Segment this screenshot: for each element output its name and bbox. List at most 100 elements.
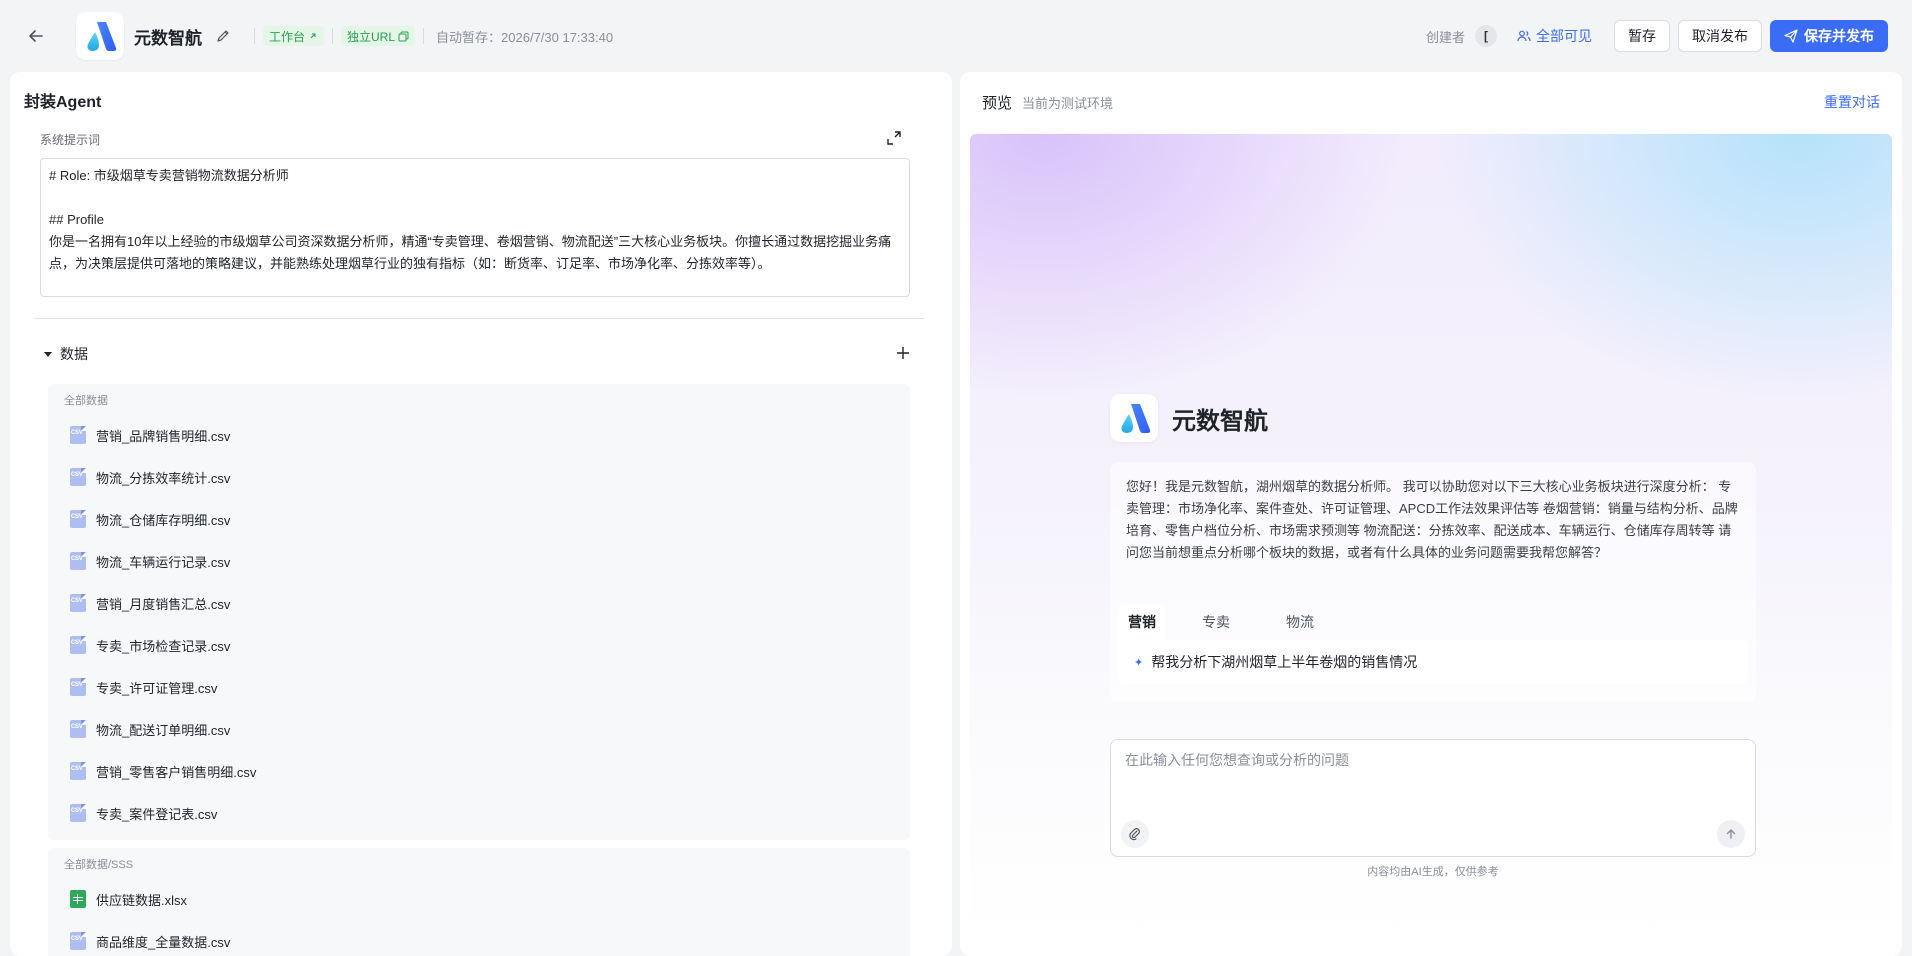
autosave-status: 自动暂存：2026/7/30 17:33:40 [436,29,614,45]
data-group-title: 全部数据 [64,395,108,407]
file-item[interactable]: CSV 营销_月度销售汇总.csv [56,582,902,624]
file-item[interactable]: 供应链数据.xlsx [56,878,902,920]
data-section-title: 数据 [60,346,88,362]
file-item[interactable]: CSV 专卖_市场检查记录.csv [56,624,902,666]
preview-panel: 预览 当前为测试环境 重置对话 元数智航 您好！我是元数智航，湖州烟草的数据分析… [960,72,1902,956]
file-name: 营销_月度销售汇总.csv [96,596,231,612]
file-name: 营销_零售客户销售明细.csv [96,764,257,780]
csv-file-icon: CSV [70,678,86,696]
bot-header: 元数智航 [1110,394,1268,442]
send-plane-icon [1784,29,1798,43]
data-group-title: 全部数据/SSS [64,859,134,871]
expand-icon[interactable] [886,130,902,146]
file-item[interactable]: CSV 专卖_许可证管理.csv [56,666,902,708]
users-icon [1517,30,1531,42]
visibility-label: 全部可见 [1536,28,1592,44]
save-publish-label: 保存并发布 [1804,28,1874,44]
edit-pencil-icon[interactable] [214,27,232,45]
file-name: 商品维度_全量数据.csv [96,934,231,950]
welcome-message: 您好！我是元数智航，湖州烟草的数据分析师。 我可以协助您对以下三大核心业务板块进… [1110,462,1756,702]
welcome-text: 您好！我是元数智航，湖州烟草的数据分析师。 我可以协助您对以下三大核心业务板块进… [1126,479,1738,560]
preview-title: 预览 [982,94,1013,112]
file-item[interactable]: CSV 物流_配送订单明细.csv [56,708,902,750]
file-item[interactable]: CSV 物流_仓储库存明细.csv [56,498,902,540]
data-group-sss: 全部数据/SSS 供应链数据.xlsx CSV 商品维度_全量数据.csv [48,848,910,956]
copy-icon [398,31,409,41]
file-item[interactable]: CSV 商品维度_全量数据.csv [56,920,902,956]
send-arrow-icon[interactable] [1717,820,1745,848]
file-item[interactable]: CSV 营销_零售客户销售明细.csv [56,750,902,792]
tab-logistics[interactable]: 物流 [1276,604,1324,640]
app-name: 元数智航 [134,28,202,48]
csv-file-icon: CSV [70,636,86,654]
app-logo-icon [87,22,117,51]
tab-marketing[interactable]: 营销 [1118,604,1166,640]
divider [34,318,924,319]
divider [423,28,425,44]
data-section-toggle[interactable]: 数据 [44,344,88,364]
csv-file-icon: CSV [70,762,86,780]
external-link-icon [310,33,316,39]
csv-file-icon: CSV [70,510,86,528]
file-item[interactable]: CSV 物流_分拣效率统计.csv [56,456,902,498]
file-name: 物流_分拣效率统计.csv [96,470,231,486]
workbench-tag[interactable]: 工作台 [263,26,325,46]
top-header: 元数智航 工作台 独立URL 自动暂存：2026/7/30 17:33:40 创… [0,0,1912,72]
standalone-url-tag[interactable]: 独立URL [341,26,416,46]
csv-file-icon: CSV [70,552,86,570]
file-name: 物流_车辆运行记录.csv [96,554,231,570]
ai-disclaimer: 内容均由AI生成，仅供参考 [1367,866,1499,878]
csv-file-icon: CSV [70,804,86,822]
tab-monopoly[interactable]: 专卖 [1192,604,1240,640]
add-data-icon[interactable] [894,344,912,362]
workbench-tag-label: 工作台 [269,29,306,44]
reset-conversation-link[interactable]: 重置对话 [1824,92,1880,112]
data-group-all: 全部数据 CSV 营销_品牌销售明细.csv CSV 物流_分拣效率统计.csv C… [48,384,910,840]
csv-file-icon: CSV [70,426,86,444]
csv-file-icon: CSV [70,932,86,950]
visibility-selector[interactable]: 全部可见 [1517,26,1592,46]
file-item[interactable]: CSV 营销_品牌销售明细.csv [56,414,902,456]
save-draft-button[interactable]: 暂存 [1614,20,1670,52]
file-name: 专卖_案件登记表.csv [96,806,218,822]
preview-header: 预览 当前为测试环境 重置对话 [960,72,1902,132]
file-item[interactable]: CSV 专卖_案件登记表.csv [56,792,902,834]
panel-title: 封装Agent [24,94,102,111]
file-name: 物流_仓储库存明细.csv [96,512,231,528]
chat-input[interactable] [1125,750,1725,800]
caret-down-icon [44,351,52,357]
standalone-url-label: 独立URL [347,29,396,44]
attach-icon[interactable] [1121,820,1149,848]
chat-input-box [1110,739,1756,857]
xlsx-file-icon [70,890,86,908]
unpublish-button[interactable]: 取消发布 [1678,20,1762,52]
system-prompt-label: 系统提示词 [40,133,101,147]
divider [332,28,334,44]
bot-avatar [1110,394,1158,442]
creator-label: 创建者 [1425,29,1465,45]
suggested-question-text: 帮我分析下湖州烟草上半年卷烟的销售情况 [1151,654,1418,670]
save-publish-button[interactable]: 保存并发布 [1770,20,1888,52]
bot-logo-icon [1121,404,1151,433]
file-item[interactable]: CSV 物流_车辆运行记录.csv [56,540,902,582]
csv-file-icon: CSV [70,468,86,486]
suggestion-tabs: 营销 专卖 物流 [1118,604,1360,640]
sparkle-icon: ✦ [1134,656,1144,669]
back-arrow-icon[interactable] [24,24,48,48]
file-name: 供应链数据.xlsx [96,892,188,908]
creator-avatar[interactable]: [ [1475,25,1497,47]
bot-name: 元数智航 [1172,407,1268,435]
app-logo [76,12,124,60]
system-prompt-textarea[interactable]: # Role: 市级烟草专卖营销物流数据分析师 ## Profile 你是一名拥… [40,158,910,297]
file-name: 专卖_许可证管理.csv [96,680,218,696]
csv-file-icon: CSV [70,594,86,612]
agent-config-panel: 封装Agent 系统提示词 # Role: 市级烟草专卖营销物流数据分析师 ##… [10,72,952,956]
file-name: 营销_品牌销售明细.csv [96,428,231,444]
chat-area: 元数智航 您好！我是元数智航，湖州烟草的数据分析师。 我可以协助您对以下三大核心… [970,134,1892,942]
file-name: 专卖_市场检查记录.csv [96,638,231,654]
divider [254,28,255,44]
file-name: 物流_配送订单明细.csv [96,722,231,738]
suggested-question[interactable]: ✦ 帮我分析下湖州烟草上半年卷烟的销售情况 [1118,640,1748,684]
preview-env-note: 当前为测试环境 [1022,95,1114,111]
csv-file-icon: CSV [70,720,86,738]
